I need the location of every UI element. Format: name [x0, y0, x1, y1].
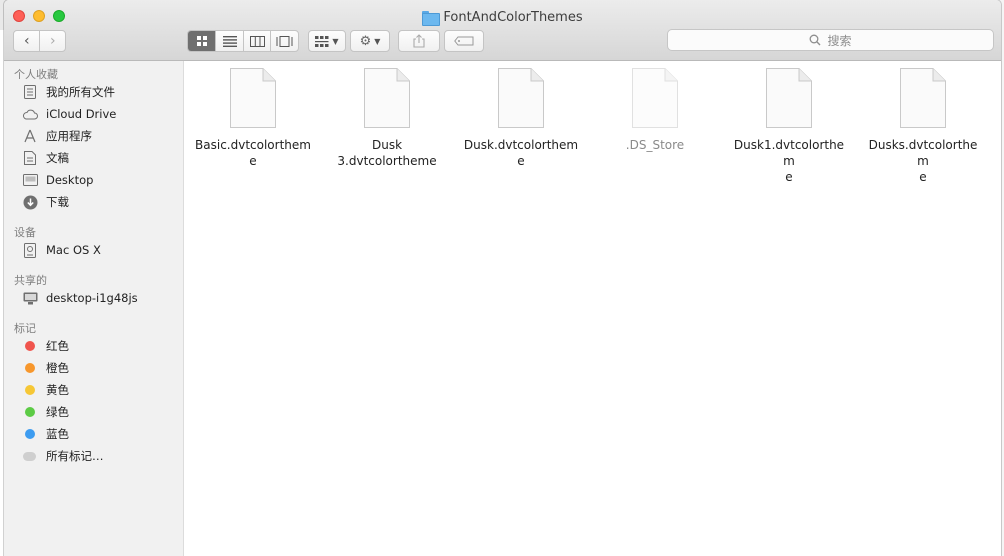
- arrange-icon: [315, 35, 329, 47]
- gallery-view-icon: [276, 35, 293, 47]
- chevron-down-icon: ▼: [374, 36, 381, 46]
- sidebar-tag-yellow[interactable]: 黄色: [22, 380, 69, 400]
- sidebar-item-label: 红色: [46, 339, 69, 353]
- sidebar-item-applications[interactable]: 应用程序: [22, 126, 92, 146]
- sidebar-section-favorites: 个人收藏: [14, 68, 58, 81]
- tag-button[interactable]: [444, 30, 484, 52]
- file-item-basic[interactable]: Basic.dvtcolorthem e: [193, 68, 313, 169]
- sidebar-item-label: 应用程序: [46, 129, 92, 143]
- window-title: FontAndColorThemes: [443, 9, 583, 25]
- sidebar-item-label: 黄色: [46, 383, 69, 397]
- action-button[interactable]: ⚙ ▼: [350, 30, 390, 52]
- sidebar-item-label: desktop-i1g48js: [46, 291, 138, 305]
- documents-icon: [22, 150, 38, 166]
- document-icon: [900, 68, 946, 128]
- sidebar-item-mac-os-x[interactable]: Mac OS X: [22, 240, 101, 260]
- sidebar-item-label: 我的所有文件: [46, 85, 115, 99]
- file-item-dusks[interactable]: Dusks.dvtcolorthem e: [863, 68, 983, 185]
- window-title-area: FontAndColorThemes: [4, 8, 1001, 26]
- all-files-icon: [22, 84, 38, 100]
- file-browser-content: Basic.dvtcolorthem e Dusk 3.dvtcolorthem…: [184, 61, 1001, 556]
- icon-view-icon: [196, 36, 207, 46]
- gear-icon: ⚙: [359, 33, 372, 49]
- all-tags-icon: [23, 451, 36, 461]
- back-button[interactable]: ‹: [14, 31, 39, 51]
- sidebar-section-tags: 标记: [14, 322, 36, 335]
- sidebar-section-shared: 共享的: [14, 274, 47, 287]
- tag-icon: [454, 36, 474, 46]
- sidebar-tag-all-tags[interactable]: 所有标记…: [22, 446, 104, 466]
- file-item-dusk1[interactable]: Dusk1.dvtcolorthem e: [729, 68, 849, 185]
- list-view-button[interactable]: [215, 31, 243, 51]
- sidebar-tag-blue[interactable]: 蓝色: [22, 424, 69, 444]
- sidebar-item-label: Mac OS X: [46, 243, 101, 257]
- document-icon: [230, 68, 276, 128]
- sidebar-section-devices: 设备: [14, 226, 36, 239]
- sidebar: 个人收藏 我的所有文件 iCloud Drive 应用程序 文稿 Desktop…: [4, 61, 184, 556]
- list-view-icon: [222, 35, 237, 47]
- computer-icon: [22, 290, 38, 306]
- desktop-icon: [22, 172, 38, 188]
- sidebar-item-label: 所有标记…: [46, 449, 104, 463]
- tag-dot-blue-icon: [25, 429, 35, 439]
- file-name: Dusk.dvtcolorthem e: [463, 138, 579, 168]
- folder-icon: [422, 10, 441, 26]
- document-icon: [766, 68, 812, 128]
- sidebar-tag-red[interactable]: 红色: [22, 336, 69, 356]
- document-icon: [498, 68, 544, 128]
- sidebar-item-label: 下载: [46, 195, 69, 209]
- file-name: Dusk 3.dvtcolortheme: [337, 138, 437, 168]
- chevron-down-icon: ▼: [332, 36, 339, 46]
- navigation-buttons: ‹ ›: [13, 30, 66, 52]
- sidebar-item-desktop-i1g48js[interactable]: desktop-i1g48js: [22, 288, 138, 308]
- share-button[interactable]: [398, 30, 440, 52]
- tag-dot-red-icon: [25, 341, 35, 351]
- applications-icon: [22, 128, 38, 144]
- downloads-icon: [22, 194, 38, 210]
- sidebar-item-label: 绿色: [46, 405, 69, 419]
- sidebar-item-downloads[interactable]: 下载: [22, 192, 69, 212]
- search-icon: [810, 34, 821, 46]
- sidebar-tag-green[interactable]: 绿色: [22, 402, 69, 422]
- view-mode-selector: [187, 30, 299, 52]
- tag-dot-orange-icon: [25, 363, 35, 373]
- sidebar-item-desktop[interactable]: Desktop: [22, 170, 93, 190]
- file-item-ds-store[interactable]: .DS_Store: [595, 68, 715, 153]
- sidebar-item-label: 蓝色: [46, 427, 69, 441]
- tag-dot-yellow-icon: [25, 385, 35, 395]
- file-name: Dusk1.dvtcolorthem e: [733, 138, 845, 184]
- sidebar-item-label: Desktop: [46, 173, 94, 187]
- sidebar-item-label: iCloud Drive: [46, 107, 117, 121]
- search-placeholder: 搜索: [827, 33, 852, 48]
- cloud-icon: [22, 106, 38, 122]
- column-view-button[interactable]: [242, 31, 271, 51]
- sidebar-item-all-files[interactable]: 我的所有文件: [22, 82, 115, 102]
- forward-button[interactable]: ›: [39, 31, 65, 51]
- file-item-dusk[interactable]: Dusk.dvtcolorthem e: [461, 68, 581, 169]
- file-name: .DS_Store: [625, 138, 685, 152]
- sidebar-item-documents[interactable]: 文稿: [22, 148, 69, 168]
- icon-view-button[interactable]: [188, 31, 216, 51]
- file-name: Dusks.dvtcolorthem e: [868, 138, 978, 184]
- sidebar-item-label: 橙色: [46, 361, 69, 375]
- sidebar-tag-orange[interactable]: 橙色: [22, 358, 69, 378]
- tag-dot-green-icon: [25, 407, 35, 417]
- disk-icon: [22, 242, 38, 258]
- titlebar: FontAndColorThemes ‹ › ▼ ⚙ ▼ 搜索: [4, 0, 1001, 61]
- finder-window: FontAndColorThemes ‹ › ▼ ⚙ ▼ 搜索 个人收藏 我的所…: [4, 0, 1001, 556]
- column-view-icon: [249, 35, 265, 47]
- file-item-dusk-3[interactable]: Dusk 3.dvtcolortheme: [327, 68, 447, 169]
- document-icon: [364, 68, 410, 128]
- share-icon: [413, 34, 425, 48]
- arrange-button[interactable]: ▼: [308, 30, 346, 52]
- document-icon: [632, 68, 678, 128]
- search-field[interactable]: 搜索: [667, 29, 994, 51]
- file-name: Basic.dvtcolorthem e: [195, 138, 311, 168]
- gallery-view-button[interactable]: [270, 31, 298, 51]
- sidebar-item-label: 文稿: [46, 151, 69, 165]
- sidebar-item-icloud-drive[interactable]: iCloud Drive: [22, 104, 116, 124]
